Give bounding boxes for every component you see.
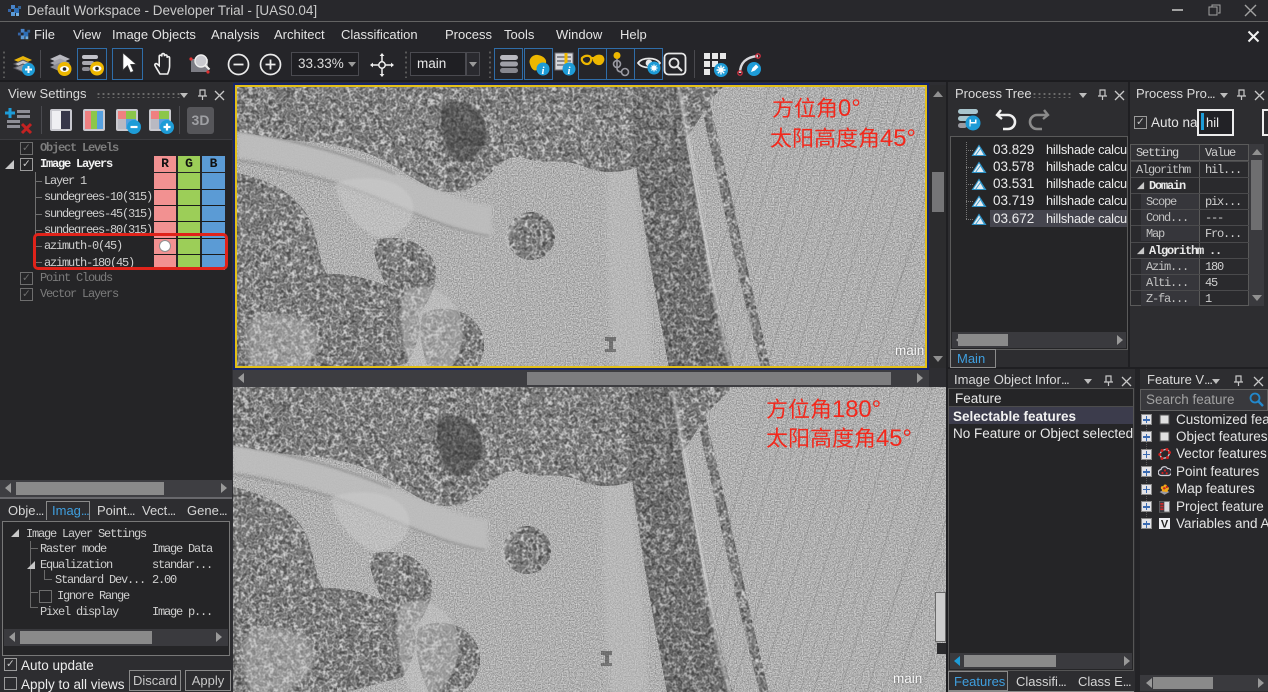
svg-text:4: 4 <box>876 425 889 452</box>
svg-text:°: ° <box>872 396 882 423</box>
svg-text:4: 4 <box>880 125 893 152</box>
svg-text:5: 5 <box>893 125 906 152</box>
svg-text:V: V <box>1161 519 1169 531</box>
svg-text:°: ° <box>851 95 861 122</box>
svg-text:8: 8 <box>845 396 858 423</box>
svg-text:5: 5 <box>889 425 902 452</box>
svg-text:°: ° <box>906 125 916 152</box>
svg-text:°: ° <box>902 425 912 452</box>
svg-text:0: 0 <box>838 95 851 122</box>
svg-text:0: 0 <box>858 396 871 423</box>
svg-text:1: 1 <box>832 396 845 423</box>
